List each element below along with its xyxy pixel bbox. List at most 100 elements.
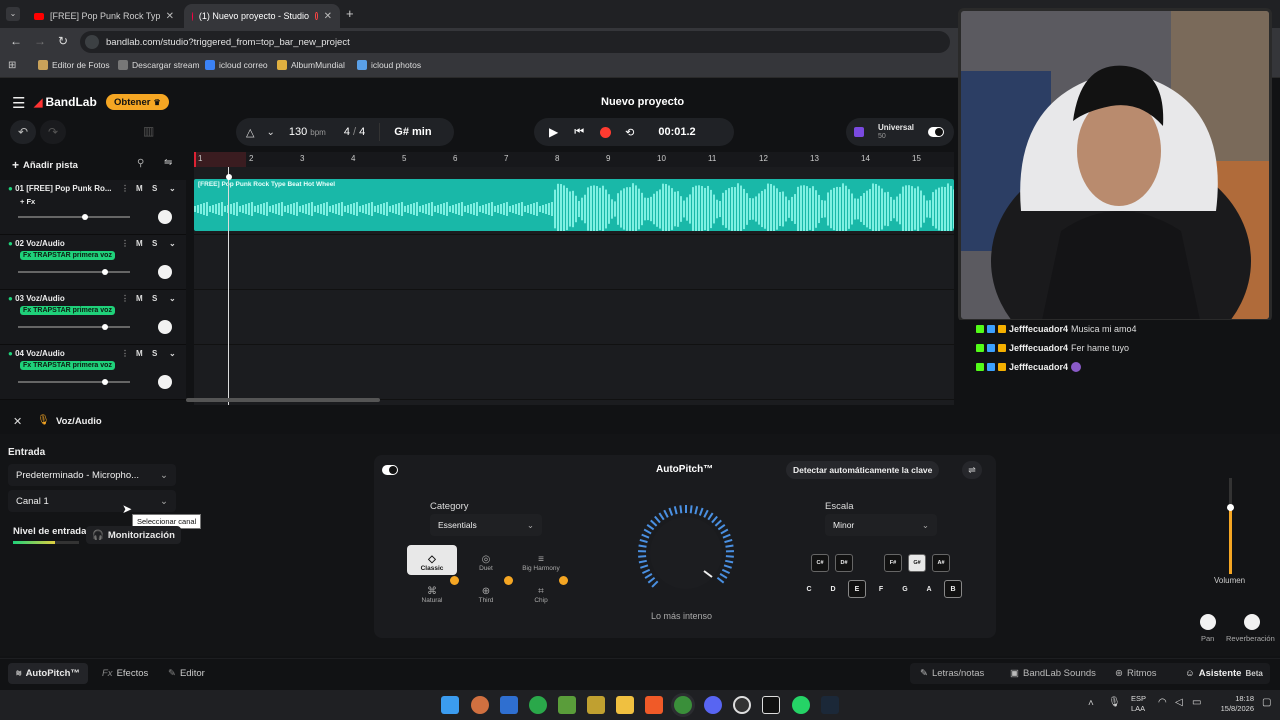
- bookmark-item[interactable]: AlbumMundial: [277, 60, 345, 70]
- brave-icon[interactable]: [645, 696, 663, 714]
- horizontal-scrollbar[interactable]: [186, 398, 380, 402]
- mixer-icon[interactable]: ▥: [143, 124, 154, 138]
- solo-button[interactable]: S: [152, 239, 157, 248]
- forward-icon[interactable]: →: [34, 34, 46, 48]
- mute-button[interactable]: M: [136, 239, 143, 248]
- key-a[interactable]: A: [920, 580, 938, 598]
- key-d-sharp[interactable]: D#: [835, 554, 853, 572]
- bookmark-item[interactable]: icloud photos: [357, 60, 421, 70]
- obs-icon[interactable]: [733, 696, 751, 714]
- wand-icon[interactable]: ⚲: [137, 158, 144, 169]
- apps-icon[interactable]: [471, 696, 489, 714]
- chevron-down-icon[interactable]: ⌄: [169, 349, 176, 358]
- playhead[interactable]: [228, 167, 229, 405]
- key-field[interactable]: G# min: [394, 126, 431, 138]
- mic-tray-icon[interactable]: 🎙: [1108, 697, 1121, 708]
- volume-icon[interactable]: ◁: [1175, 697, 1183, 708]
- key-e[interactable]: E: [848, 580, 866, 598]
- close-icon[interactable]: ✕: [166, 11, 174, 22]
- bookmark-item[interactable]: icloud correo: [205, 60, 268, 70]
- track-menu-icon[interactable]: ⋮: [121, 239, 129, 248]
- key-c-sharp[interactable]: C#: [811, 554, 829, 572]
- tab-effects[interactable]: Fx Efectos: [102, 663, 148, 684]
- xbox-icon[interactable]: [529, 696, 547, 714]
- intensity-knob[interactable]: [626, 503, 746, 603]
- lyrics-button[interactable]: ✎ Letras/notas: [920, 663, 984, 684]
- settings-sliders-icon[interactable]: ⇌: [962, 461, 982, 479]
- volume-slider[interactable]: [18, 214, 130, 220]
- category-select[interactable]: Essentials ⌄: [430, 514, 542, 536]
- rewind-icon[interactable]: ⏮: [574, 126, 584, 139]
- key-c[interactable]: C: [800, 580, 818, 598]
- pan-knob[interactable]: [1200, 614, 1216, 630]
- track-menu-icon[interactable]: ⋮: [121, 349, 129, 358]
- url-input[interactable]: bandlab.com/studio?triggered_from=top_ba…: [80, 31, 950, 53]
- discord-icon[interactable]: [704, 696, 722, 714]
- apps-grid-icon[interactable]: ⊞: [8, 60, 16, 71]
- language-indicator[interactable]: ESP LAA: [1131, 694, 1146, 714]
- chevron-down-icon[interactable]: ⌄: [169, 294, 176, 303]
- battery-icon[interactable]: ▭: [1192, 697, 1201, 708]
- reload-icon[interactable]: ↻: [58, 34, 68, 48]
- undo-button[interactable]: ↶: [10, 120, 36, 144]
- time-signature-field[interactable]: 4 / 4: [344, 126, 365, 138]
- key-f[interactable]: F: [872, 580, 890, 598]
- pan-knob[interactable]: [158, 320, 172, 334]
- timeline-ruler[interactable]: 1 2 3 4 5 6 7 8 9 10 11 12 13 14 15: [194, 152, 954, 167]
- menu-icon[interactable]: ☰: [12, 94, 25, 112]
- whatsapp-icon[interactable]: [792, 696, 810, 714]
- channel-select[interactable]: Canal 1 ⌄: [8, 490, 176, 512]
- key-b[interactable]: B: [944, 580, 962, 598]
- volume-fader[interactable]: [1227, 478, 1234, 574]
- new-tab-button[interactable]: +: [346, 6, 354, 21]
- beats-button[interactable]: ⊛ Ritmos: [1115, 663, 1157, 684]
- tab-autopitch[interactable]: ⩬ AutoPitch™: [8, 663, 88, 684]
- auto-detect-key-button[interactable]: Detectar automáticamente la clave: [786, 461, 940, 479]
- volume-slider[interactable]: [18, 324, 130, 330]
- mute-button[interactable]: M: [136, 294, 143, 303]
- chevron-down-icon[interactable]: ⌄: [169, 184, 176, 193]
- close-icon[interactable]: ✕: [324, 11, 332, 22]
- fx-chip[interactable]: Fx TRAPSTAR primera voz: [20, 306, 115, 315]
- style-duet[interactable]: ◎ Duet: [461, 545, 511, 575]
- track-lanes[interactable]: [FREE] Pop Punk Rock Type Beat Hot Wheel: [186, 167, 954, 405]
- volume-knob[interactable]: [102, 379, 108, 385]
- playhead-handle[interactable]: [226, 174, 232, 180]
- input-device-select[interactable]: Predeterminado - Micropho... ⌄: [8, 464, 176, 486]
- bandlab-logo[interactable]: ◢ BandLab: [34, 95, 97, 109]
- pan-knob[interactable]: [158, 265, 172, 279]
- redo-button[interactable]: ↷: [40, 120, 66, 144]
- settings-icon[interactable]: ⇋: [164, 157, 172, 168]
- loop-icon[interactable]: ⟲: [625, 126, 634, 139]
- solo-button[interactable]: S: [152, 294, 157, 303]
- steam-icon[interactable]: [821, 696, 839, 714]
- solo-button[interactable]: S: [152, 349, 157, 358]
- notification-icon[interactable]: ▢: [1262, 697, 1271, 708]
- track-row[interactable]: ● 01 [FREE] Pop Punk Ro... + Fx ⋮ M S ⌄: [0, 180, 186, 235]
- store-icon[interactable]: [500, 696, 518, 714]
- key-f-sharp[interactable]: F#: [884, 554, 902, 572]
- folder-icon[interactable]: [616, 696, 634, 714]
- chevron-down-icon[interactable]: ⌄: [266, 127, 274, 138]
- style-big-harmony[interactable]: ≡ Big Harmony: [516, 545, 566, 575]
- wifi-icon[interactable]: ◠: [1158, 697, 1167, 708]
- preset-pill[interactable]: Universal 50: [846, 118, 954, 146]
- track-row[interactable]: ● 03 Voz/Audio Fx TRAPSTAR primera voz ⋮…: [0, 290, 186, 345]
- fx-chip[interactable]: Fx TRAPSTAR primera voz: [20, 251, 115, 260]
- upgrade-button[interactable]: Obtener ♛: [106, 94, 169, 110]
- tab-youtube[interactable]: [FREE] Pop Punk Rock Type Bea ✕: [26, 4, 182, 28]
- mute-button[interactable]: M: [136, 349, 143, 358]
- tab-bandlab[interactable]: (1) Nuevo proyecto - Studio ✕: [184, 4, 340, 28]
- site-info-icon[interactable]: [85, 35, 99, 49]
- volume-slider[interactable]: [18, 379, 130, 385]
- solo-button[interactable]: S: [152, 184, 157, 193]
- volume-knob[interactable]: [82, 214, 88, 220]
- tab-list-icon[interactable]: ⌄: [6, 7, 20, 21]
- style-classic[interactable]: ◇ Classic: [407, 545, 457, 575]
- key-g-sharp[interactable]: G#: [908, 554, 926, 572]
- add-fx-button[interactable]: + Fx: [20, 197, 35, 206]
- volume-knob[interactable]: [102, 269, 108, 275]
- bandlab-sounds-button[interactable]: ▣ BandLab Sounds: [1010, 663, 1096, 684]
- autopitch-toggle[interactable]: [382, 465, 398, 475]
- chrome-icon[interactable]: [674, 696, 692, 714]
